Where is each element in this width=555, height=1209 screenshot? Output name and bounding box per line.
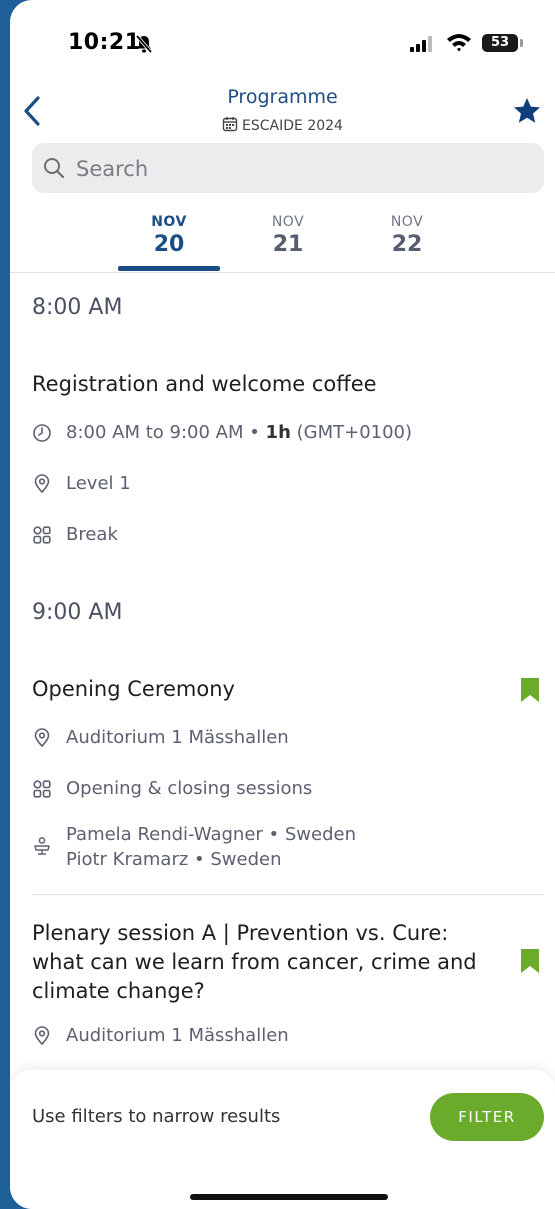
bell-off-icon (135, 34, 153, 54)
event-subtitle: ESCAIDE 2024 (10, 116, 555, 134)
filter-sheet: Use filters to narrow results FILTER (10, 1070, 555, 1209)
page-title: Programme (227, 86, 338, 108)
status-bar: 10:21 53 (10, 0, 555, 88)
location-pin-icon (34, 474, 50, 494)
tab-month: NOV (151, 214, 187, 230)
location-pin-icon (34, 728, 50, 748)
status-time: 10:21 (68, 30, 141, 55)
tab-month: NOV (390, 214, 424, 230)
time-range: 8:00 AM to 9:00 AM • (66, 422, 266, 443)
wifi-icon (447, 34, 471, 52)
active-tab-indicator (118, 266, 220, 271)
category-text: Opening & closing sessions (66, 778, 313, 799)
battery-tip (520, 39, 523, 47)
filter-hint: Use filters to narrow results (32, 1106, 281, 1127)
bookmark-icon[interactable] (520, 948, 540, 974)
session-divider (32, 894, 544, 895)
search-input[interactable] (74, 143, 518, 195)
tab-nov-20[interactable]: NOV 20 (119, 208, 219, 257)
speaker-name[interactable]: Piotr Kramarz • Sweden (66, 848, 282, 872)
session-title-opening[interactable]: Opening Ceremony (32, 675, 472, 704)
search-bar[interactable] (32, 143, 544, 195)
location-text: Auditorium 1 Mässhallen (66, 727, 289, 748)
category-grid-icon (33, 526, 51, 544)
favorites-star-icon[interactable] (512, 96, 542, 126)
filter-button[interactable]: FILTER (430, 1093, 544, 1141)
tab-month: NOV (271, 214, 305, 230)
tab-nov-21[interactable]: NOV 21 (238, 208, 338, 257)
cellular-signal-icon (410, 36, 432, 52)
category-grid-icon (33, 780, 51, 798)
session-title-plenary[interactable]: Plenary session A | Prevention vs. Cure:… (32, 919, 502, 1006)
location-pin-icon (34, 1026, 50, 1046)
tab-day: 20 (153, 232, 185, 257)
category-text: Break (66, 524, 118, 545)
event-name: ESCAIDE 2024 (242, 118, 343, 134)
time-block-heading: 8:00 AM (32, 295, 123, 320)
session-title-registration[interactable]: Registration and welcome coffee (32, 370, 472, 399)
speaker-podium-icon (34, 837, 50, 855)
calendar-icon (222, 117, 238, 132)
tab-day: 21 (272, 232, 304, 257)
tab-nov-22[interactable]: NOV 22 (357, 208, 457, 257)
clock-icon (33, 424, 51, 442)
home-indicator[interactable] (190, 1194, 388, 1200)
date-tabs: NOV 20 NOV 21 NOV 22 (10, 208, 555, 273)
timezone: (GMT+0100) (290, 422, 413, 443)
tab-day: 22 (391, 232, 423, 257)
programme-list[interactable]: 8:00 AM Registration and welcome coffee … (10, 273, 555, 1073)
location-text: Level 1 (66, 473, 131, 494)
location-text: Auditorium 1 Mässhallen (66, 1025, 289, 1046)
time-block-heading: 9:00 AM (32, 600, 123, 625)
search-icon (44, 158, 65, 179)
battery-indicator: 53 (482, 34, 518, 52)
duration: 1h (265, 422, 291, 443)
screen: 10:21 53 Programme ESCAIDE 2024 Search N… (10, 0, 555, 1209)
speaker-name[interactable]: Pamela Rendi-Wagner • Sweden (66, 823, 356, 847)
bookmark-icon[interactable] (520, 677, 540, 703)
